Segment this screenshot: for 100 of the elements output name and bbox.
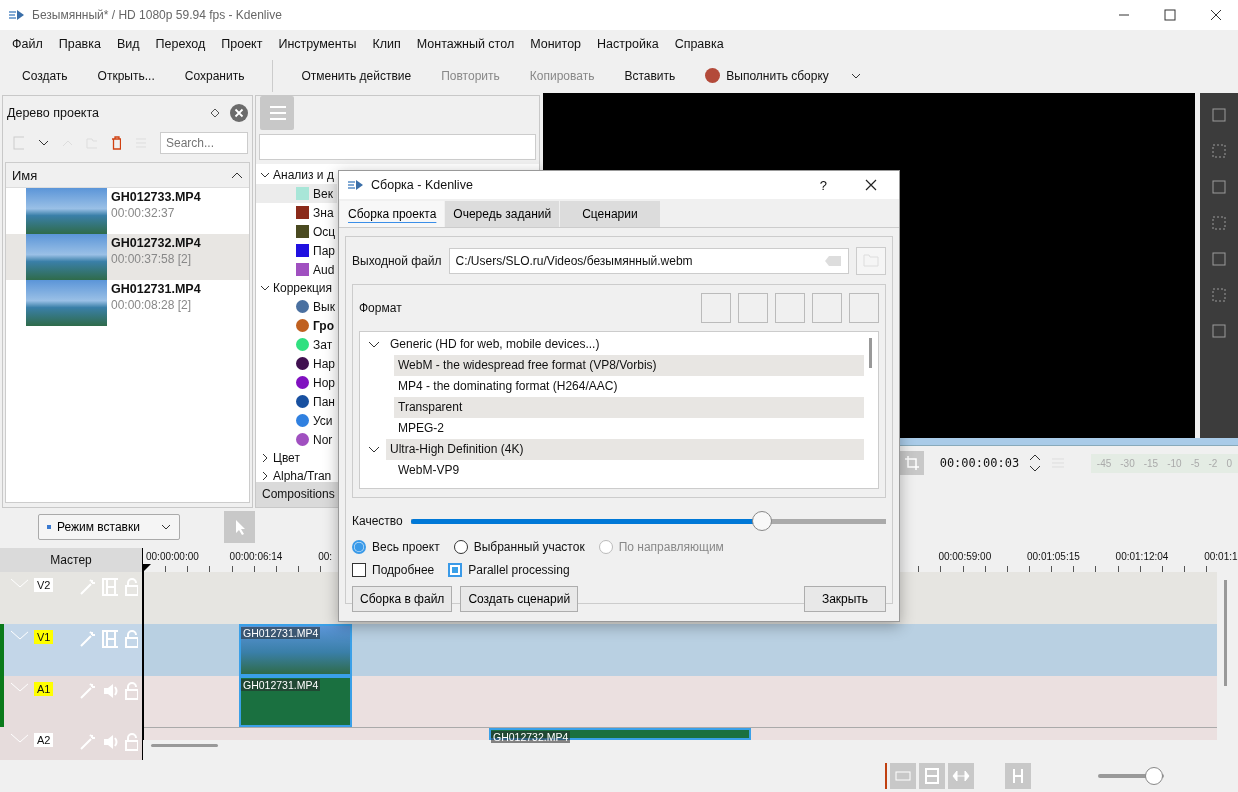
- checkbox-option[interactable]: Parallel processing: [448, 563, 570, 577]
- effect-group[interactable]: Alpha/Tran: [273, 469, 332, 482]
- film-icon[interactable]: [101, 630, 118, 648]
- magic-wand-icon[interactable]: [79, 733, 96, 751]
- effect-item[interactable]: Нор: [256, 373, 337, 392]
- monitor-tool-icon[interactable]: [1211, 179, 1227, 195]
- effect-item[interactable]: Зна: [256, 203, 337, 222]
- toolbar-button[interactable]: Выполнить сборку: [693, 64, 841, 87]
- format-item[interactable]: Transparent: [394, 397, 864, 418]
- menu-item[interactable]: Файл: [4, 37, 51, 51]
- split-icon[interactable]: [1005, 763, 1031, 789]
- film-icon[interactable]: [101, 578, 118, 596]
- checkbox[interactable]: [448, 563, 463, 577]
- radio-button[interactable]: [453, 540, 468, 554]
- scrollbar-thumb[interactable]: [1224, 580, 1227, 686]
- menu-item[interactable]: Монитор: [522, 37, 590, 51]
- scrollbar-thumb[interactable]: [151, 744, 218, 747]
- chevron-down-icon[interactable]: [260, 170, 270, 180]
- format-item[interactable]: WebM-VP9: [394, 460, 864, 481]
- format-tool-button[interactable]: [812, 293, 842, 323]
- magic-wand-icon[interactable]: [79, 630, 96, 648]
- close-button[interactable]: Закрыть: [804, 586, 886, 612]
- dialog-button[interactable]: Сборка в файл: [352, 586, 453, 612]
- track-header[interactable]: V2: [0, 572, 142, 624]
- track-header[interactable]: V1: [0, 624, 142, 676]
- menu-item[interactable]: Переход: [147, 37, 214, 51]
- menu-item[interactable]: Справка: [666, 37, 732, 51]
- scrollbar-thumb[interactable]: [869, 338, 872, 368]
- lock-icon[interactable]: [123, 682, 138, 700]
- slider-handle[interactable]: [752, 511, 773, 531]
- track-header[interactable]: A1: [0, 676, 142, 727]
- format-tool-button[interactable]: [738, 293, 768, 323]
- close-icon[interactable]: [865, 179, 877, 191]
- monitor-tool-icon[interactable]: [1211, 107, 1227, 123]
- effect-item[interactable]: Зат: [256, 335, 337, 354]
- format-group[interactable]: Generic (HD for web, mobile devices...): [386, 334, 864, 355]
- tab[interactable]: Очередь заданий: [445, 201, 560, 227]
- radio-option[interactable]: Выбранный участок: [453, 540, 585, 554]
- film-icon[interactable]: [919, 763, 945, 789]
- video-clip[interactable]: GH012731.MP4: [239, 624, 352, 676]
- checkbox-option[interactable]: Подробнее: [352, 563, 435, 577]
- effect-item[interactable]: Nor: [256, 430, 337, 449]
- dialog-button[interactable]: Создать сценарий: [460, 586, 579, 612]
- effect-item[interactable]: Вык: [256, 297, 337, 316]
- toolbar-button[interactable]: Отменить действие: [289, 64, 424, 87]
- effect-item[interactable]: Век: [256, 184, 337, 203]
- effect-item[interactable]: Гро: [256, 316, 337, 335]
- effect-group[interactable]: Цвет: [273, 451, 300, 465]
- checkbox[interactable]: [352, 563, 366, 577]
- format-tool-button[interactable]: [701, 293, 731, 323]
- lock-icon[interactable]: [123, 630, 138, 648]
- monitor-tool-icon[interactable]: [1211, 251, 1227, 267]
- track-header[interactable]: A2: [0, 727, 142, 760]
- chevron-down-icon[interactable]: [368, 339, 382, 350]
- slider-handle[interactable]: [1145, 767, 1164, 785]
- effect-group[interactable]: Анализ и д: [273, 168, 334, 182]
- menu-item[interactable]: Вид: [108, 37, 148, 51]
- menu-item[interactable]: Монтажный стол: [408, 37, 523, 51]
- composite-icon[interactable]: [890, 763, 916, 789]
- effect-item[interactable]: Пар: [256, 241, 337, 260]
- chevron-right-icon[interactable]: [260, 471, 270, 481]
- diamond-icon[interactable]: [210, 108, 220, 118]
- browse-button[interactable]: [856, 247, 886, 275]
- effect-item[interactable]: Пан: [256, 392, 337, 411]
- monitor-tool-icon[interactable]: [1211, 143, 1227, 159]
- maximize-icon[interactable]: [1164, 9, 1176, 21]
- toolbar-button[interactable]: Открыть...: [85, 64, 167, 87]
- toolbar-button[interactable]: Вставить: [612, 64, 688, 87]
- effect-item[interactable]: Уси: [256, 411, 337, 430]
- chevron-down-icon[interactable]: [38, 139, 48, 147]
- monitor-tool-icon[interactable]: [1211, 287, 1227, 303]
- format-item[interactable]: WebM - the widespread free format (VP8/Vorbis): [394, 355, 864, 376]
- tab[interactable]: Сборка проекта: [340, 201, 445, 227]
- toolbar-button[interactable]: Сохранить: [172, 64, 257, 87]
- sort-caret-icon[interactable]: [231, 171, 243, 179]
- monitor-tool-icon[interactable]: [1211, 323, 1227, 339]
- menu-item[interactable]: Проект: [213, 37, 271, 51]
- magic-wand-icon[interactable]: [79, 682, 96, 700]
- chevron-down-icon[interactable]: [368, 444, 382, 455]
- effect-item[interactable]: Осц: [256, 222, 337, 241]
- pointer-tool-icon[interactable]: [223, 510, 255, 543]
- column-header[interactable]: Имя: [12, 167, 38, 183]
- format-tool-button[interactable]: [849, 293, 879, 323]
- lock-icon[interactable]: [123, 733, 138, 751]
- effects-search-field[interactable]: [259, 134, 536, 160]
- audio-clip[interactable]: GH012732.MP4: [489, 728, 751, 740]
- zoom-slider[interactable]: [1098, 767, 1164, 785]
- radio-option[interactable]: Весь проект: [352, 540, 440, 554]
- chevron-right-icon[interactable]: [260, 453, 270, 463]
- speaker-icon[interactable]: [101, 733, 118, 751]
- menu-item[interactable]: Правка: [50, 37, 109, 51]
- menu-item[interactable]: Настройка: [589, 37, 667, 51]
- format-item[interactable]: MP4 - the dominating format (H264/AAC): [394, 376, 864, 397]
- trash-icon[interactable]: [111, 136, 121, 150]
- format-group[interactable]: Ultra-High Definition (4K): [386, 439, 864, 460]
- clear-icon[interactable]: [824, 255, 842, 267]
- clip-item[interactable]: GH012732.MP4 00:00:37:58 [2]: [6, 234, 249, 280]
- monitor-tool-icon[interactable]: [1211, 215, 1227, 231]
- edit-mode-dropdown[interactable]: Режим вставки: [38, 513, 180, 540]
- effect-item[interactable]: Aud: [256, 260, 337, 279]
